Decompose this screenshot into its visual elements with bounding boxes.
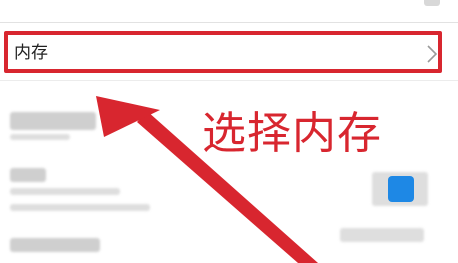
arrow-head <box>96 96 160 137</box>
blurred-list-item <box>10 134 70 140</box>
app-icon <box>388 176 414 202</box>
highlight-frame <box>4 31 442 73</box>
blurred-list-item <box>10 168 46 182</box>
divider <box>0 22 458 23</box>
blurred-list-item <box>340 228 424 242</box>
blurred-list-item <box>10 188 120 195</box>
annotation-label: 选择内存 <box>202 108 382 159</box>
blurred-list-item <box>10 112 96 130</box>
blurred-list-item <box>10 238 100 252</box>
blurred-top-element <box>424 0 440 6</box>
blurred-list-item <box>10 204 150 211</box>
